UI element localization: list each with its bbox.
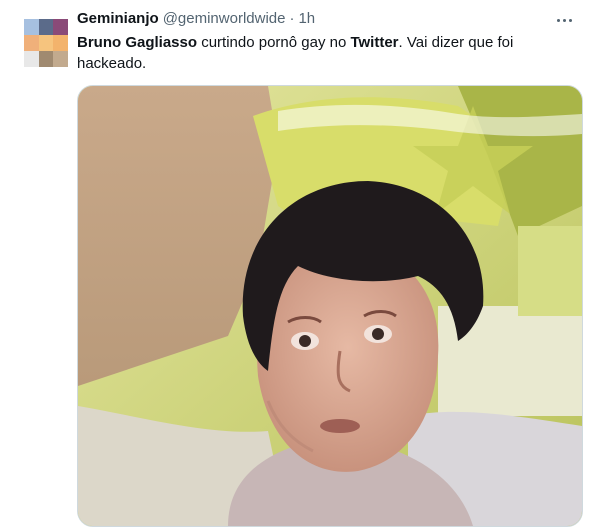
avatar[interactable] (24, 19, 68, 67)
tweet-text-bold-twitter: Twitter (350, 34, 399, 51)
tweet-timestamp[interactable]: 1h (298, 9, 315, 29)
more-horizontal-icon (555, 18, 573, 22)
avatar-tile (53, 19, 68, 35)
tweet-text: Bruno Gagliasso curtindo pornô gay no Tw… (77, 32, 577, 74)
tweet-header: Geminianjo @geminworldwide · 1h (77, 8, 581, 30)
more-options-button[interactable] (547, 8, 581, 32)
author-display-name[interactable]: Geminianjo (77, 9, 159, 29)
tweet-content: Geminianjo @geminworldwide · 1h Bruno Ga… (77, 8, 581, 74)
avatar-tile (53, 35, 68, 51)
tweet-text-segment: curtindo pornô gay no (197, 34, 351, 51)
avatar-tile (24, 51, 39, 67)
avatar-tile (24, 35, 39, 51)
avatar-tile (38, 35, 54, 51)
author-handle[interactable]: @geminworldwide (163, 9, 286, 29)
avatar-tile (53, 51, 68, 67)
avatar-tile (38, 19, 54, 35)
media-picture (78, 86, 582, 526)
tweet-media-image[interactable] (77, 85, 583, 527)
header-separator: · (289, 10, 295, 27)
tweet[interactable]: Geminianjo @geminworldwide · 1h Bruno Ga… (0, 0, 593, 527)
avatar-tile (38, 51, 54, 67)
avatar-tile (24, 19, 39, 35)
tweet-text-bold-name[interactable]: Bruno Gagliasso (77, 34, 197, 51)
